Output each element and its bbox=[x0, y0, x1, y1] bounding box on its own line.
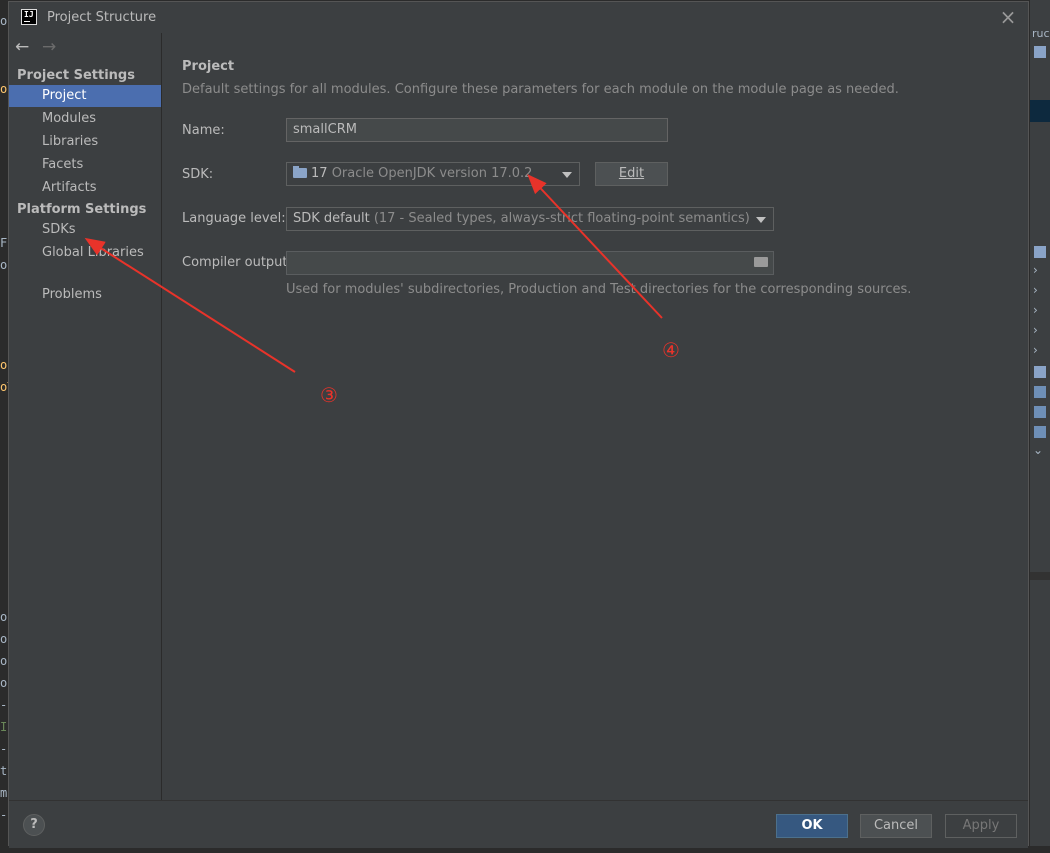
file-icon bbox=[1034, 366, 1046, 378]
sidebar-item-modules[interactable]: Modules bbox=[9, 108, 161, 130]
file-icon bbox=[1034, 426, 1046, 438]
background-editor-left: or ol Fi ou os oT o o o o - I - t m - bbox=[0, 0, 8, 853]
bg-fragment: ou bbox=[0, 258, 8, 272]
help-button[interactable]: ? bbox=[23, 814, 45, 836]
sdk-version: 17 bbox=[311, 166, 328, 181]
bg-fragment: os bbox=[0, 358, 8, 372]
bg-fragment: o bbox=[0, 676, 8, 690]
apply-button[interactable]: Apply bbox=[945, 814, 1017, 838]
background-project-panel: ruc › › › › › ⌄ bbox=[1030, 0, 1050, 853]
compiler-output-label: Compiler output: bbox=[182, 255, 292, 270]
bg-fragment: t bbox=[0, 764, 8, 778]
close-icon[interactable]: × bbox=[997, 6, 1019, 28]
chevron-down-icon: ⌄ bbox=[1033, 443, 1044, 457]
intellij-app-icon: IJ bbox=[21, 9, 37, 25]
folder-icon bbox=[1034, 246, 1046, 258]
chevron-down-icon bbox=[756, 217, 766, 223]
sidebar-item-sdks[interactable]: SDKs bbox=[9, 219, 161, 241]
forward-arrow-icon[interactable]: → bbox=[42, 37, 56, 57]
bg-fragment: oT bbox=[0, 380, 8, 394]
chevron-right-icon: › bbox=[1033, 303, 1038, 317]
chevron-right-icon: › bbox=[1033, 343, 1038, 357]
main-panel: Project Default settings for all modules… bbox=[162, 33, 1028, 800]
platform-settings-header: Platform Settings bbox=[17, 202, 147, 217]
folder-icon bbox=[1034, 46, 1046, 58]
dialog-footer: ? OK Cancel Apply bbox=[9, 800, 1028, 848]
title-bar: IJ Project Structure × bbox=[9, 2, 1028, 33]
bg-fragment: or bbox=[0, 14, 8, 28]
chevron-down-icon bbox=[562, 172, 572, 178]
bg-fragment: o bbox=[0, 632, 8, 646]
page-title: Project bbox=[182, 59, 235, 74]
language-level-value: SDK default bbox=[293, 211, 370, 226]
bg-fragment: ruc bbox=[1032, 27, 1050, 40]
back-arrow-icon[interactable]: ← bbox=[15, 37, 29, 57]
sdk-folder-icon bbox=[293, 166, 307, 178]
compiler-output-hint: Used for modules' subdirectories, Produc… bbox=[286, 282, 912, 297]
sidebar-item-project[interactable]: Project bbox=[9, 85, 161, 107]
language-level-detail: (17 - Sealed types, always-strict floati… bbox=[373, 211, 750, 226]
project-settings-header: Project Settings bbox=[17, 68, 135, 83]
chevron-right-icon: › bbox=[1033, 323, 1038, 337]
bg-fragment: - bbox=[0, 742, 8, 756]
divider bbox=[1030, 572, 1050, 580]
project-structure-dialog: IJ Project Structure × ← → Project Setti… bbox=[8, 1, 1029, 848]
selection-strip bbox=[1030, 100, 1050, 122]
language-level-dropdown[interactable]: SDK default (17 - Sealed types, always-s… bbox=[286, 207, 774, 231]
bg-fragment: o bbox=[0, 654, 8, 668]
language-level-label: Language level: bbox=[182, 211, 286, 226]
window-title: Project Structure bbox=[47, 10, 157, 25]
sidebar: ← → Project Settings Project Modules Lib… bbox=[9, 33, 162, 800]
bg-fragment: o bbox=[0, 610, 8, 624]
page-description: Default settings for all modules. Config… bbox=[182, 82, 899, 97]
sdk-dropdown[interactable]: 17 Oracle OpenJDK version 17.0.2 bbox=[286, 162, 580, 186]
bg-fragment: - bbox=[0, 808, 8, 822]
bg-fragment: I bbox=[0, 720, 8, 734]
sidebar-item-artifacts[interactable]: Artifacts bbox=[9, 177, 161, 199]
sdk-label: SDK: bbox=[182, 167, 214, 182]
chevron-right-icon: › bbox=[1033, 263, 1038, 277]
sidebar-item-facets[interactable]: Facets bbox=[9, 154, 161, 176]
chevron-right-icon: › bbox=[1033, 283, 1038, 297]
browse-folder-icon[interactable] bbox=[754, 257, 768, 267]
sidebar-item-problems[interactable]: Problems bbox=[9, 284, 161, 306]
sidebar-item-libraries[interactable]: Libraries bbox=[9, 131, 161, 153]
bg-fragment: m bbox=[0, 786, 8, 800]
cancel-button[interactable]: Cancel bbox=[860, 814, 932, 838]
ok-button[interactable]: OK bbox=[776, 814, 848, 838]
project-name-field[interactable]: smallCRM bbox=[286, 118, 668, 142]
bg-fragment: - bbox=[0, 698, 8, 712]
sdk-name: Oracle OpenJDK version 17.0.2 bbox=[331, 166, 533, 181]
sidebar-item-global-libraries[interactable]: Global Libraries bbox=[9, 242, 161, 264]
compiler-output-field[interactable] bbox=[286, 251, 774, 275]
edit-sdk-button[interactable]: Edit bbox=[595, 162, 668, 186]
file-icon bbox=[1034, 386, 1046, 398]
bg-fragment: ol bbox=[0, 82, 8, 96]
file-icon bbox=[1034, 406, 1046, 418]
bg-fragment: Fi bbox=[0, 236, 8, 250]
name-label: Name: bbox=[182, 123, 225, 138]
